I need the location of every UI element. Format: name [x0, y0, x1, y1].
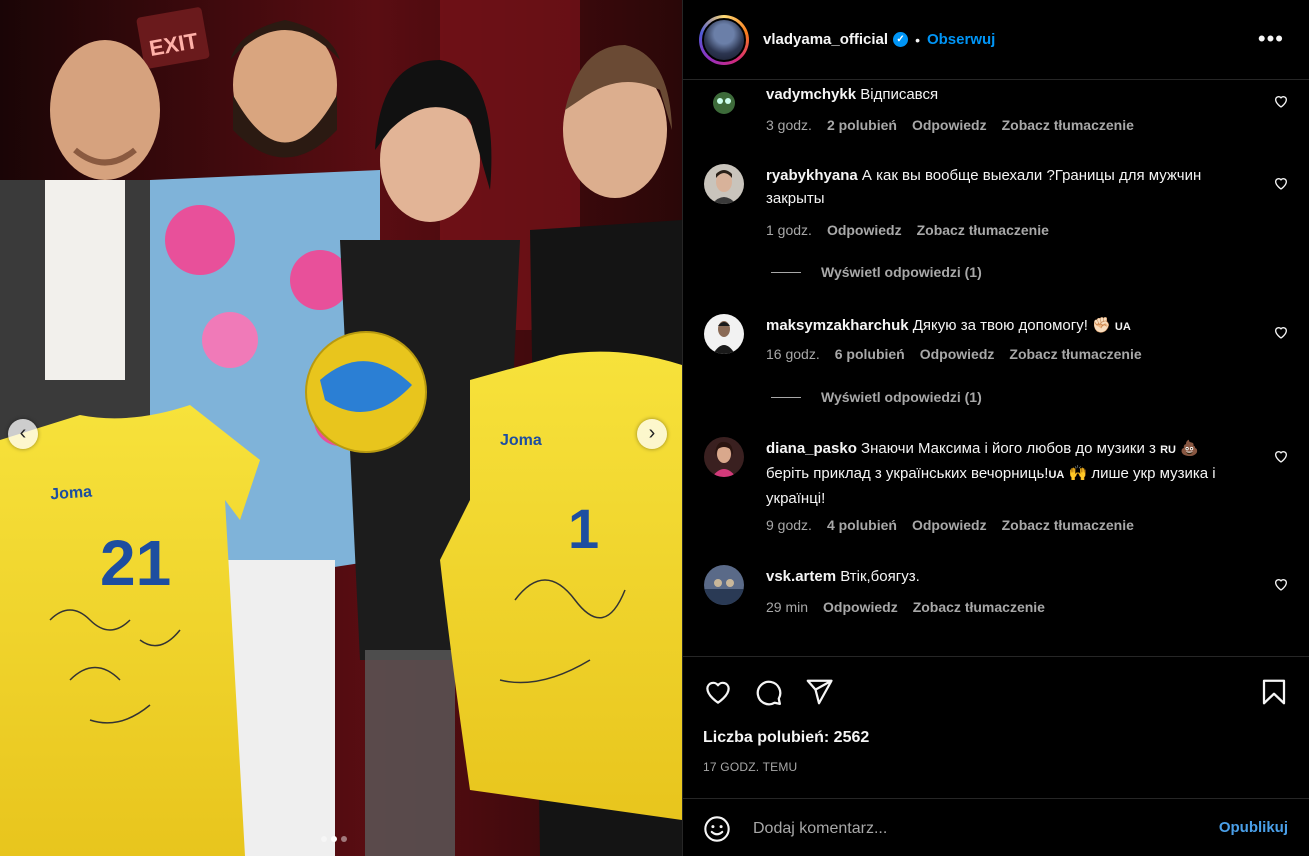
comment-body: Втік,боягуз. — [840, 568, 920, 585]
add-comment-bar: Opublikuj — [683, 798, 1309, 856]
comment-text: diana_pasko Знаючи Максима і його любов … — [766, 437, 1236, 510]
carousel-dot-active — [331, 836, 337, 842]
replies-divider — [771, 271, 801, 273]
carousel-indicator — [321, 836, 347, 842]
comment-time[interactable]: 3 godz. — [766, 117, 812, 133]
comment-likes[interactable]: 6 polubień — [835, 346, 905, 362]
carousel-dot — [341, 836, 347, 842]
comment-meta: 16 godz. 6 polubień Odpowiedz Zobacz tłu… — [766, 346, 1142, 362]
paper-plane-icon[interactable] — [804, 677, 834, 707]
party-photo-image: EXIT Joma 21 Joma 1 — [0, 0, 682, 856]
more-options-icon[interactable]: ••• — [1258, 26, 1284, 52]
commenter-avatar[interactable] — [704, 314, 744, 354]
comment-username[interactable]: vadymchykk — [766, 86, 856, 103]
commenter-avatar[interactable] — [704, 565, 744, 605]
reply-button[interactable]: Odpowiedz — [920, 346, 995, 362]
comment-username[interactable]: ryabykhyana — [766, 167, 858, 184]
comment-meta: 9 godz. 4 polubień Odpowiedz Zobacz tłum… — [766, 517, 1134, 533]
commenter-avatar[interactable] — [704, 164, 744, 204]
post-side-panel: vladyama_official ✓ • Obserwuj ••• vadym… — [682, 0, 1309, 856]
heart-icon[interactable] — [703, 677, 733, 707]
comment-like-heart-icon[interactable] — [1273, 175, 1289, 191]
comment-time[interactable]: 1 godz. — [766, 222, 812, 238]
comment-body: Відписався — [860, 86, 939, 103]
comment-time[interactable]: 9 godz. — [766, 517, 812, 533]
owner-avatar[interactable] — [699, 14, 749, 65]
translate-button[interactable]: Zobacz tłumaczenie — [913, 599, 1045, 615]
comment-like-heart-icon[interactable] — [1273, 93, 1289, 109]
jersey-number-1: 1 — [568, 497, 599, 560]
replies-divider — [771, 396, 801, 398]
carousel-prev-button[interactable]: ‹ — [8, 419, 38, 449]
comment-likes[interactable]: 2 polubień — [827, 117, 897, 133]
view-replies-button[interactable]: Wyświetl odpowiedzi (1) — [771, 389, 982, 405]
comment-meta: 3 godz. 2 polubień Odpowiedz Zobacz tłum… — [766, 117, 1134, 133]
comments-list[interactable]: vadymchykk Відписався 3 godz. 2 polubień… — [683, 80, 1309, 656]
signed-jersey-21: Joma 21 — [0, 405, 260, 856]
commenter-avatar[interactable] — [704, 83, 744, 123]
jersey-number-21: 21 — [100, 527, 171, 599]
comment-username[interactable]: maksymzakharchuk — [766, 317, 909, 334]
reply-button[interactable]: Odpowiedz — [823, 599, 898, 615]
comment-username[interactable]: diana_pasko — [766, 440, 857, 457]
comment-meta: 1 godz. Odpowiedz Zobacz tłumaczenie — [766, 222, 1049, 238]
ru-flag-icon: RU — [1160, 444, 1176, 456]
commenter-avatar[interactable] — [704, 437, 744, 477]
comment-time[interactable]: 16 godz. — [766, 346, 820, 362]
smiley-icon[interactable] — [703, 815, 731, 843]
post-actions: Liczba polubień: 2562 17 GODZ. TEMU — [683, 656, 1309, 798]
speech-bubble-icon[interactable] — [753, 677, 783, 707]
comment-input[interactable] — [753, 815, 1183, 843]
owner-username[interactable]: vladyama_official — [763, 31, 888, 48]
carousel-dot — [321, 836, 327, 842]
comment-like-heart-icon[interactable] — [1273, 576, 1289, 592]
view-replies-label: Wyświetl odpowiedzi (1) — [821, 264, 982, 280]
comment-like-heart-icon[interactable] — [1273, 324, 1289, 340]
reply-button[interactable]: Odpowiedz — [912, 117, 987, 133]
comment-like-heart-icon[interactable] — [1273, 448, 1289, 464]
comment-likes[interactable]: 4 polubień — [827, 517, 897, 533]
comment-body-part1: Знаючи Максима і його любов до музики з — [861, 440, 1156, 457]
header-separator: • — [915, 31, 920, 48]
ua-flag-icon: UA — [1114, 321, 1131, 333]
follow-button[interactable]: Obserwuj — [927, 31, 995, 48]
comment-username[interactable]: vsk.artem — [766, 568, 836, 585]
post-timestamp[interactable]: 17 GODZ. TEMU — [703, 760, 797, 774]
ua-flag-icon: UA — [1048, 469, 1065, 481]
comment-text: vsk.artem Втік,боягуз. — [766, 565, 1236, 588]
jersey-brand-left: Joma — [50, 483, 93, 503]
likes-count[interactable]: Liczba polubień: 2562 — [703, 729, 869, 747]
comment-time[interactable]: 29 min — [766, 599, 808, 615]
view-replies-label: Wyświetl odpowiedzi (1) — [821, 389, 982, 405]
jersey-brand-right: Joma — [500, 432, 542, 449]
post-photo[interactable]: EXIT Joma 21 Joma 1 ‹ › — [0, 0, 682, 856]
comment-text: ryabykhyana А как вы вообще выехали ?Гра… — [766, 164, 1236, 210]
translate-button[interactable]: Zobacz tłumaczenie — [1002, 117, 1134, 133]
comment-text: maksymzakharchuk Дякую за твою допомогу!… — [766, 314, 1236, 339]
translate-button[interactable]: Zobacz tłumaczenie — [1002, 517, 1134, 533]
post-header: vladyama_official ✓ • Obserwuj ••• — [683, 0, 1309, 80]
publish-button[interactable]: Opublikuj — [1219, 819, 1288, 836]
comment-meta: 29 min Odpowiedz Zobacz tłumaczenie — [766, 599, 1045, 615]
verified-badge-icon: ✓ — [893, 32, 909, 47]
signed-football — [305, 331, 427, 453]
reply-button[interactable]: Odpowiedz — [912, 517, 987, 533]
comment-body: Дякую за твою допомогу! ✊🏻 — [912, 317, 1111, 334]
translate-button[interactable]: Zobacz tłumaczenie — [1009, 346, 1141, 362]
reply-button[interactable]: Odpowiedz — [827, 222, 902, 238]
view-replies-button[interactable]: Wyświetl odpowiedzi (1) — [771, 264, 982, 280]
comment-text: vadymchykk Відписався — [766, 83, 1236, 106]
carousel-next-button[interactable]: › — [637, 419, 667, 449]
bookmark-icon[interactable] — [1259, 677, 1289, 707]
translate-button[interactable]: Zobacz tłumaczenie — [917, 222, 1049, 238]
